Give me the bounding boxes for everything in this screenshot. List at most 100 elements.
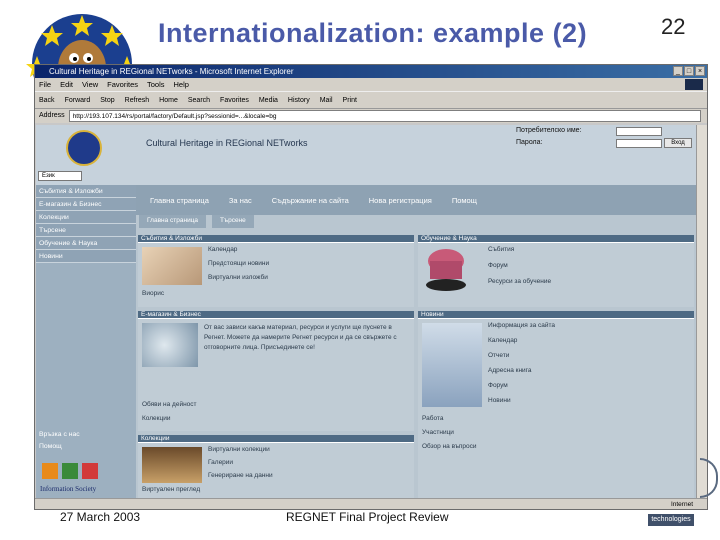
window-title: Cultural Heritage in REGional NETworks -… (49, 67, 294, 76)
menu-favorites[interactable]: Favorites (107, 78, 138, 91)
top-navigation: Главна страница За нас Съдържание на сай… (136, 185, 697, 215)
favorites-button[interactable]: Favorites (220, 92, 249, 108)
media-button[interactable]: Media (259, 92, 278, 108)
link-address-book[interactable]: Адресна книга (488, 367, 532, 374)
username-input[interactable] (616, 127, 662, 136)
ebusiness-text: От вас зависи какъв материал, ресурси и … (204, 324, 397, 351)
language-select[interactable]: Език (38, 171, 82, 181)
topnav-register[interactable]: Нова регистрация (369, 196, 432, 205)
subtab-home[interactable]: Главна страница (139, 215, 207, 228)
information-society-logo: Information Society (40, 463, 98, 493)
link-virtual-collections[interactable]: Виртуални колекции (208, 446, 270, 453)
web-page: Cultural Heritage in REGional NETworks П… (36, 125, 697, 500)
footer-date: 27 March 2003 (60, 510, 141, 524)
link-faq[interactable]: Обзор на въпроси (422, 443, 477, 450)
panel-news-title[interactable]: Новини (418, 311, 694, 319)
menu-view[interactable]: View (82, 78, 98, 91)
address-input[interactable]: http://193.107.134/rs/portal/factory/Def… (68, 110, 701, 122)
is-logo-text: Information Society (40, 485, 97, 493)
login-button[interactable]: Вход (664, 138, 692, 148)
link-reports[interactable]: Отчети (488, 352, 509, 359)
print-button[interactable]: Print (343, 92, 357, 108)
panel-events: Събития & Изложби Календар Предстоящи но… (138, 235, 414, 307)
link-news-calendar[interactable]: Календар (488, 337, 517, 344)
leftnav-item-search[interactable]: Търсене (36, 224, 136, 237)
regnet-logo (66, 130, 102, 166)
menu-help[interactable]: Help (174, 78, 189, 91)
link-galleries[interactable]: Галерии (208, 459, 233, 466)
panel-collections: Колекции Виртуални колекции Галерии Гене… (138, 435, 414, 500)
subtab-search[interactable]: Търсене (212, 215, 254, 228)
link-forum[interactable]: Форум (488, 262, 508, 269)
vertical-scrollbar[interactable] (696, 125, 707, 500)
link-edu-events[interactable]: Събития (488, 246, 514, 253)
leftnav-contact[interactable]: Връзка с нас (39, 431, 80, 438)
partner-logo-fragment (700, 458, 718, 498)
stop-button[interactable]: Stop (100, 92, 114, 108)
leftnav-item-education[interactable]: Обучение & Наука (36, 237, 136, 250)
maximize-icon[interactable]: □ (684, 66, 694, 76)
library-image (142, 447, 202, 483)
panel-ebusiness-title[interactable]: Е-магазин & Бизнес (138, 311, 414, 319)
link-learning-resources[interactable]: Ресурси за обучение (488, 278, 551, 285)
slide-number: 22 (661, 14, 686, 39)
site-header: Cultural Heritage in REGional NETworks П… (36, 125, 697, 185)
username-label: Потребителско име: (516, 127, 582, 134)
panel-education-title[interactable]: Обучение & Наука (418, 235, 694, 243)
leftnav-item-events[interactable]: Събития & Изложби (36, 185, 136, 198)
link-calendar[interactable]: Календар (208, 246, 237, 253)
leftnav-item-collections[interactable]: Колекции (36, 211, 136, 224)
cake-image (426, 249, 466, 291)
link-site-info[interactable]: Информация за сайта (488, 322, 555, 329)
close-icon[interactable]: × (695, 66, 705, 76)
leftnav-item-news[interactable]: Новини (36, 250, 136, 263)
link-vioris[interactable]: Виорис (142, 290, 164, 297)
menu-file[interactable]: File (39, 78, 51, 91)
home-button[interactable]: Home (159, 92, 178, 108)
topnav-sitemap[interactable]: Съдържание на сайта (272, 196, 349, 205)
mail-button[interactable]: Mail (320, 92, 333, 108)
link-upcoming-news[interactable]: Предстоящи новини (208, 260, 269, 267)
panel-news: Новини Информация за сайта Календар Отче… (418, 311, 694, 499)
minimize-icon[interactable]: _ (673, 66, 683, 76)
footer-review-title: REGNET Final Project Review (286, 510, 449, 524)
left-navigation: Събития & Изложби Е-магазин & Бизнес Кол… (36, 185, 136, 500)
panel-events-title[interactable]: Събития & Изложби (138, 235, 414, 243)
menu-tools[interactable]: Tools (147, 78, 165, 91)
refresh-button[interactable]: Refresh (125, 92, 150, 108)
browser-window: Cultural Heritage in REGional NETworks -… (34, 64, 708, 510)
panel-ebusiness: Е-магазин & Бизнес От вас зависи какъв м… (138, 311, 414, 431)
leftnav-help[interactable]: Помощ (39, 443, 62, 450)
topnav-home[interactable]: Главна страница (150, 196, 209, 205)
link-news-forum[interactable]: Форум (488, 382, 508, 389)
link-business-offers[interactable]: Обяви на дейност (142, 401, 197, 408)
security-zone: Internet (670, 501, 693, 508)
link-data-generation[interactable]: Генериране на данни (208, 472, 273, 479)
link-virtual-review[interactable]: Виртуален преглед (142, 486, 200, 493)
search-button[interactable]: Search (188, 92, 210, 108)
link-news[interactable]: Новини (488, 397, 511, 404)
topnav-about[interactable]: За нас (229, 196, 252, 205)
status-bar: Internet (35, 498, 707, 509)
link-virtual-exhibitions[interactable]: Виртуални изложби (208, 274, 268, 281)
window-titlebar: Cultural Heritage in REGional NETworks -… (35, 65, 707, 78)
manuscript-image (142, 247, 202, 285)
technologies-logo: technologies (648, 514, 694, 526)
link-participants[interactable]: Участници (422, 429, 454, 436)
menu-edit[interactable]: Edit (60, 78, 73, 91)
forward-button[interactable]: Forward (65, 92, 91, 108)
address-label: Address (39, 112, 65, 119)
menu-bar: File Edit View Favorites Tools Help (35, 78, 707, 91)
back-button[interactable]: Back (39, 92, 55, 108)
link-jobs[interactable]: Работа (422, 415, 443, 422)
link-ebusiness-collections[interactable]: Колекции (142, 415, 171, 422)
browser-toolbar: Back Forward Stop Refresh Home Search Fa… (35, 91, 707, 109)
sub-navigation: Главна страница Търсене (136, 215, 697, 228)
history-button[interactable]: History (288, 92, 310, 108)
address-bar: Address http://193.107.134/rs/portal/fac… (35, 109, 707, 123)
topnav-help[interactable]: Помощ (452, 196, 477, 205)
leftnav-item-ebusiness[interactable]: Е-магазин & Бизнес (36, 198, 136, 211)
password-input[interactable] (616, 139, 662, 148)
panel-collections-title[interactable]: Колекции (138, 435, 414, 443)
slide-title: Internationalization: example (2) (158, 18, 588, 48)
